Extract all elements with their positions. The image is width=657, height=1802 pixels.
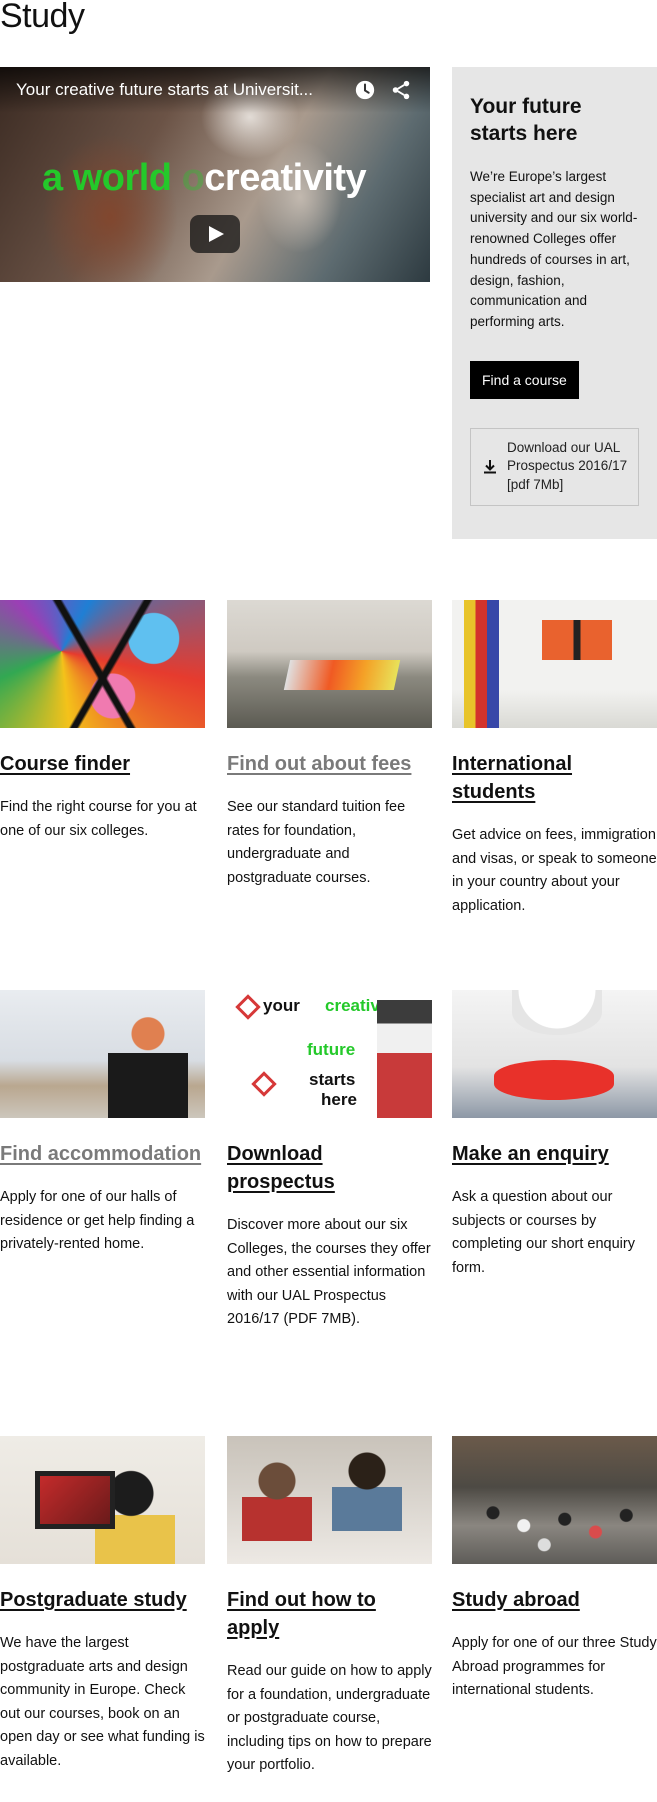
play-icon[interactable] [190, 215, 240, 253]
card-apply: Find out how to apply Read our guide on … [227, 1436, 432, 1778]
page-title: Study [0, 0, 85, 35]
card-text: Apply for one of our halls of residence … [0, 1189, 195, 1252]
international-image[interactable] [452, 600, 657, 728]
overlay-green-text: a world [42, 157, 182, 199]
apply-image[interactable] [227, 1436, 432, 1564]
thumb-word: here [321, 1090, 357, 1109]
study-abroad-image[interactable] [452, 1436, 657, 1564]
clock-icon[interactable] [354, 79, 376, 101]
video-title[interactable]: Your creative future starts at Universit… [16, 80, 313, 100]
video-player[interactable]: Your creative future starts at Universit… [0, 67, 430, 282]
fees-image[interactable] [227, 600, 432, 728]
card-title-link[interactable]: International students [452, 750, 657, 806]
accommodation-image[interactable] [0, 990, 205, 1118]
download-icon [484, 459, 496, 474]
diamond-shape [235, 994, 261, 1020]
card-title-link[interactable]: Course finder [0, 750, 205, 778]
thumb-word: starts [309, 1070, 356, 1089]
video-overlay-text: a world ocreativity [42, 157, 367, 200]
postgraduate-image[interactable] [0, 1436, 205, 1564]
card-study-abroad: Study abroad Apply for one of our three … [452, 1436, 657, 1703]
card-title-link[interactable]: Find out about fees [227, 750, 432, 778]
card-title-link[interactable]: Find out how to apply [227, 1586, 432, 1642]
card-text: We have the largest postgraduate arts an… [0, 1635, 205, 1769]
thumb-photo [377, 1000, 432, 1118]
card-title-link[interactable]: Find accommodation [0, 1140, 205, 1168]
course-finder-image[interactable] [0, 600, 205, 728]
overlay-green-faded: o [181, 157, 205, 199]
card-course-finder: Course finder Find the right course for … [0, 600, 205, 843]
card-title-link[interactable]: Make an enquiry [452, 1140, 657, 1168]
download-prospectus-button[interactable]: Download our UAL Prospectus 2016/17 [pdf… [470, 427, 639, 506]
find-course-button[interactable]: Find a course [470, 360, 579, 399]
card-text: Get advice on fees, immigration and visa… [452, 827, 657, 914]
card-title-link[interactable]: Postgraduate study [0, 1586, 205, 1614]
download-label: Download our UAL Prospectus 2016/17 [pdf… [507, 439, 628, 492]
card-accommodation: Find accommodation Apply for one of our … [0, 990, 205, 1257]
intro-panel: Your future starts here We’re Europe’s l… [452, 67, 657, 539]
thumb-word: your [263, 996, 300, 1015]
card-text: Apply for one of our three Study Abroad … [452, 1635, 657, 1698]
diamond-shape [251, 1071, 277, 1097]
card-fees: Find out about fees See our standard tui… [227, 600, 432, 890]
overlay-white-text: creativity [204, 157, 367, 199]
card-text: Discover more about our six Colleges, th… [227, 1217, 431, 1327]
card-text: Ask a question about our subjects or cou… [452, 1189, 635, 1276]
card-text: Find the right course for you at one of … [0, 799, 197, 839]
card-postgraduate: Postgraduate study We have the largest p… [0, 1436, 205, 1773]
enquiry-image[interactable] [452, 990, 657, 1118]
card-title-link[interactable]: Study abroad [452, 1586, 657, 1614]
card-enquiry: Make an enquiry Ask a question about our… [452, 990, 657, 1280]
panel-body: We’re Europe’s largest specialist art an… [470, 169, 638, 329]
share-icon[interactable] [390, 79, 412, 101]
card-title-link[interactable]: Download prospectus [227, 1140, 432, 1196]
panel-heading: Your future starts here [470, 95, 582, 145]
card-international: International students Get advice on fee… [452, 600, 657, 918]
thumb-word: future [307, 1040, 356, 1059]
card-prospectus: your creative future starts here Downloa… [227, 990, 432, 1332]
card-text: Read our guide on how to apply for a fou… [227, 1663, 432, 1773]
card-text: See our standard tuition fee rates for f… [227, 799, 406, 886]
prospectus-image[interactable]: your creative future starts here [227, 990, 432, 1118]
